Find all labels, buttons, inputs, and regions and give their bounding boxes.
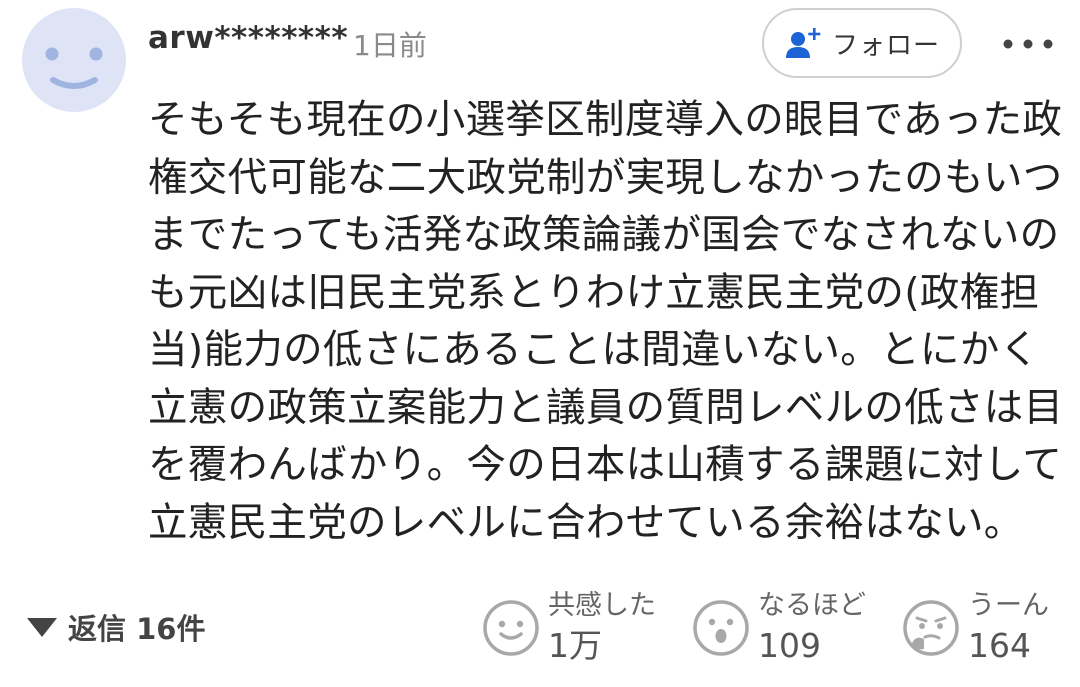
reaction-hmm-button[interactable]: うーん 164 [902,586,1049,670]
comment-line: 立憲民主党のレベルに合わせている余裕はない。 [148,499,1024,546]
surprised-face-icon [693,600,749,656]
comment-line: 権交代可能な二大政党制が実現しなかったのもいつ [148,154,1063,201]
comment-body: そもそも現在の小選挙区制度導入の眼目であった政 権交代可能な二大政党制が実現しな… [148,92,1064,552]
comment-timestamp: 1日前 [353,29,427,62]
comment-author[interactable]: arw******** [148,20,348,56]
reaction-insight-label: なるほど [758,590,866,621]
reaction-empathy-label: 共感した [548,590,656,621]
comment-line: を覆わんばかり。今の日本は山積する課題に対して [148,442,1063,488]
add-user-icon [785,28,821,58]
reaction-empathy-button[interactable]: 共感した 1万 [482,586,656,670]
replies-count-label: 返信 16件 [68,612,206,646]
reaction-hmm-label: うーん [968,590,1049,621]
avatar[interactable] [22,8,126,112]
comment-line: までたっても活発な政策論議が国会でなされないの [148,212,1060,258]
thinking-face-icon [903,600,959,656]
reaction-empathy-count: 1万 [548,626,602,665]
smiley-avatar-icon [45,47,103,89]
reaction-insight-count: 109 [758,626,821,665]
comment-line: 立憲の政策立案能力と議員の質問レベルの低さは目 [148,384,1064,431]
more-dots-icon [1003,39,1053,49]
comment-line: も元凶は旧民主党系とりわけ立憲民主党の(政権担 [148,269,1040,316]
follow-button-label: フォロー [831,30,940,61]
reaction-hmm-count: 164 [968,626,1031,665]
reaction-insight-button[interactable]: なるほど 109 [692,586,866,670]
smile-face-icon [483,600,539,656]
follow-button[interactable]: フォロー [762,8,962,78]
triangle-down-icon [27,618,57,637]
comment-line: 当)能力の低さにあることは間違いない。とにかく [148,327,1040,373]
comment-line: そもそも現在の小選挙区制度導入の眼目であった政 [148,97,1063,143]
replies-toggle[interactable]: 返信 16件 [26,605,205,649]
more-options-button[interactable] [996,22,1060,66]
